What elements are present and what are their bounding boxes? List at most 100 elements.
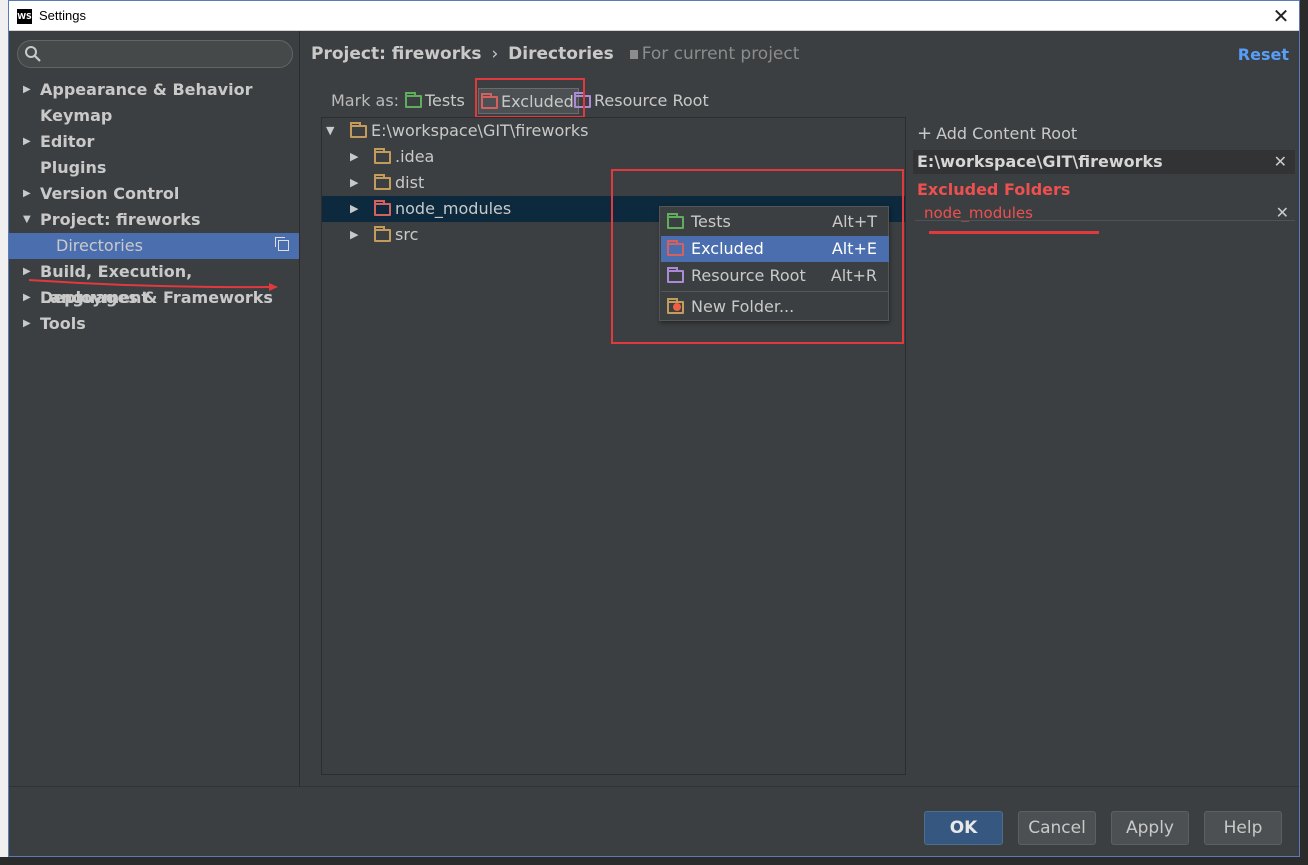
sidebar-item-version-control[interactable]: ▶ Version Control [9, 181, 299, 207]
menu-item-excluded[interactable]: Excluded Alt+E [661, 236, 889, 262]
sidebar-item-appearance-behavior[interactable]: ▶ Appearance & Behavior [9, 77, 299, 103]
annotation-box [475, 78, 585, 118]
expand-arrow-icon[interactable]: ▶ [350, 170, 358, 196]
menu-separator [661, 291, 889, 292]
sidebar-item-label: Tools [40, 314, 86, 333]
cancel-button[interactable]: Cancel [1018, 811, 1096, 845]
resource-folder-icon [667, 267, 684, 283]
sidebar-item-label: Directories [56, 236, 143, 255]
settings-search-input[interactable] [46, 44, 286, 64]
annotation-underline [929, 231, 1099, 234]
ok-button[interactable]: OK [924, 811, 1003, 845]
menu-item-shortcut: Alt+E [831, 239, 877, 258]
apply-button[interactable]: Apply [1111, 811, 1189, 845]
expand-arrow-icon[interactable]: ▶ [23, 311, 31, 337]
mark-as-context-menu: Tests Alt+T Excluded Alt+E Resource Root… [659, 206, 889, 321]
menu-item-label: Resource Root [691, 266, 806, 285]
sidebar-item-editor[interactable]: ▶ Editor [9, 129, 299, 155]
tree-row-label: E:\workspace\GIT\fireworks [371, 121, 589, 140]
scope-note: For current project [629, 44, 800, 64]
menu-item-label: Tests [691, 212, 731, 231]
sidebar-item-tools[interactable]: ▶ Tools [9, 311, 299, 337]
annotation-arrow [29, 279, 278, 291]
plus-icon: + [917, 123, 933, 144]
breadcrumb-separator: › [491, 44, 499, 64]
expand-arrow-icon[interactable]: ▶ [23, 77, 31, 103]
breadcrumb: Project: fireworks › Directories For cur… [311, 44, 799, 64]
folder-icon [350, 122, 367, 138]
folder-icon [374, 174, 391, 190]
mark-resource-root-button[interactable]: Resource Root [572, 88, 709, 114]
expand-arrow-icon[interactable]: ▶ [350, 222, 358, 248]
close-window-icon[interactable]: ✕ [1269, 4, 1293, 28]
mark-tests-button[interactable]: Tests [403, 88, 465, 114]
menu-item-shortcut: Alt+R [830, 266, 877, 285]
reset-link[interactable]: Reset [1238, 45, 1289, 64]
menu-item-resource-root[interactable]: Resource Root Alt+R [661, 263, 889, 289]
project-scope-icon [275, 237, 289, 251]
content-root-pane: + Add Content Root E:\workspace\GIT\firew… [907, 117, 1299, 775]
excluded-folders-title: Excluded Folders [917, 180, 1071, 199]
expand-arrow-icon[interactable]: ▶ [23, 181, 31, 207]
tree-row-idea[interactable]: ▶ .idea [322, 144, 905, 170]
add-content-root-label: Add Content Root [936, 124, 1078, 143]
expand-arrow-icon[interactable]: ▶ [350, 144, 358, 170]
help-button[interactable]: Help [1204, 811, 1282, 845]
sidebar-item-label: Version Control [40, 184, 180, 203]
tree-row-root[interactable]: ▼ E:\workspace\GIT\fireworks [322, 118, 905, 144]
expand-arrow-icon[interactable]: ▶ [350, 196, 358, 222]
content-root-header: E:\workspace\GIT\fireworks ✕ [913, 150, 1295, 174]
tests-folder-icon [667, 213, 684, 229]
title-bar: WS Settings ✕ [9, 1, 1299, 31]
divider [915, 220, 1295, 221]
sidebar-item-directories[interactable]: Directories [9, 233, 299, 259]
folder-icon [374, 148, 391, 164]
menu-item-label: Excluded [691, 239, 764, 258]
excluded-folder-icon [667, 240, 684, 256]
excluded-folder-icon [374, 200, 391, 216]
remove-excluded-icon[interactable]: ✕ [1276, 203, 1289, 222]
collapse-arrow-icon[interactable]: ▼ [23, 207, 31, 233]
sidebar-item-label: Project: fireworks [40, 210, 201, 229]
tree-row-label: .idea [395, 147, 435, 166]
scope-text: For current project [641, 44, 800, 64]
background-right [1300, 30, 1308, 865]
menu-item-tests[interactable]: Tests Alt+T [661, 209, 889, 235]
remove-root-icon[interactable]: ✕ [1274, 150, 1287, 174]
sidebar-item-label: Editor [40, 132, 95, 151]
menu-item-label: New Folder... [691, 297, 795, 316]
folder-icon [374, 226, 391, 242]
expand-arrow-icon[interactable]: ▶ [23, 129, 31, 155]
background-left [0, 0, 8, 865]
menu-item-new-folder[interactable]: New Folder... [661, 294, 889, 320]
search-icon [25, 46, 41, 62]
settings-window: WS Settings ✕ ▶ Appearance & Behavior Ke… [8, 0, 1300, 857]
webstorm-app-icon: WS [17, 9, 32, 24]
sidebar-item-label: Appearance & Behavior [40, 80, 253, 99]
main-panel: Project: fireworks › Directories For cur… [301, 31, 1299, 786]
sidebar-item-label: Keymap [40, 106, 113, 125]
sidebar-item-project[interactable]: ▼ Project: fireworks [9, 207, 299, 233]
settings-search-box[interactable] [17, 40, 293, 68]
collapse-arrow-icon[interactable]: ▼ [326, 118, 334, 144]
window-title: Settings [39, 8, 86, 23]
mark-resource-root-label: Resource Root [594, 91, 709, 110]
background-bottom [0, 857, 1308, 865]
breadcrumb-project: Project: fireworks [311, 44, 482, 64]
breadcrumb-page: Directories [508, 44, 614, 64]
tree-row-label: dist [395, 173, 425, 192]
sidebar-item-keymap[interactable]: Keymap [9, 103, 299, 129]
menu-item-shortcut: Alt+T [832, 212, 877, 231]
mark-tests-label: Tests [425, 91, 465, 110]
content-root-path: E:\workspace\GIT\fireworks [917, 152, 1163, 171]
sidebar-item-plugins[interactable]: Plugins [9, 155, 299, 181]
tree-row-label: node_modules [395, 199, 512, 218]
mark-as-label: Mark as: [331, 91, 400, 110]
dialog-footer: OK Cancel Apply Help [9, 786, 1299, 856]
project-scope-icon [629, 49, 638, 59]
settings-sidebar: ▶ Appearance & Behavior Keymap ▶ Editor … [9, 31, 300, 786]
add-content-root-button[interactable]: + Add Content Root [917, 123, 1077, 144]
tree-row-label: src [395, 225, 419, 244]
tests-folder-icon [405, 92, 422, 108]
sidebar-item-label: Plugins [40, 158, 107, 177]
